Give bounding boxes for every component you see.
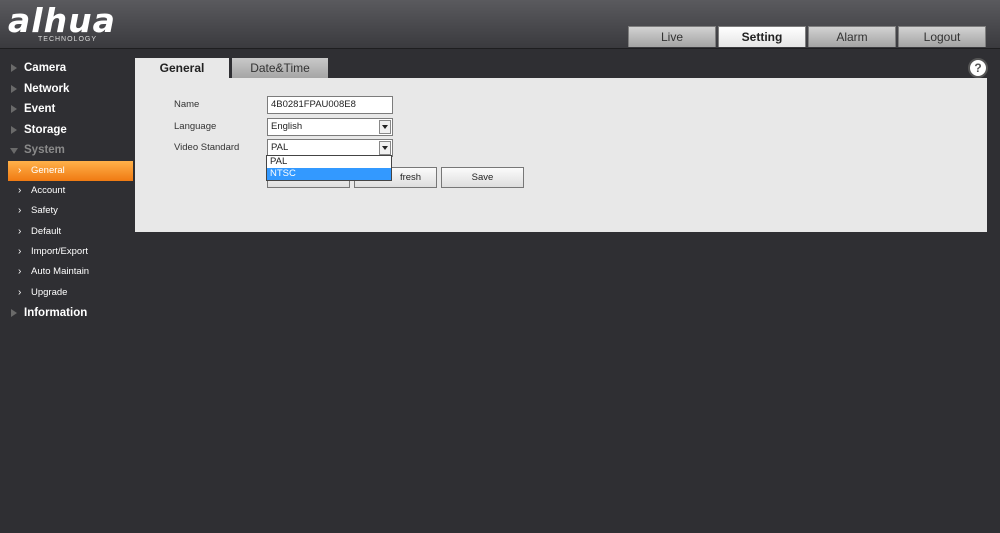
sidebar-subitem-label: Safety [31, 205, 58, 217]
sidebar-subitem-upgrade[interactable]: › Upgrade [8, 283, 133, 303]
sidebar-item-storage[interactable]: Storage [0, 120, 135, 141]
collapse-arrow-icon [10, 148, 18, 154]
video-standard-label: Video Standard [174, 142, 240, 153]
chevron-right-icon: › [18, 164, 22, 176]
chevron-right-icon: › [18, 246, 22, 258]
sidebar-subitem-default[interactable]: › Default [8, 222, 133, 242]
expand-arrow-icon [11, 125, 17, 134]
sidebar-item-system[interactable]: System [0, 140, 135, 161]
sidebar-item-label: Storage [24, 123, 67, 136]
sidebar-item-information[interactable]: Information [0, 303, 135, 324]
chevron-right-icon: › [18, 205, 22, 217]
sidebar-subitem-label: Import/Export [31, 246, 89, 258]
tab-setting[interactable]: Setting [718, 26, 806, 47]
help-icon[interactable]: ? [968, 58, 988, 78]
chevron-right-icon: › [18, 286, 22, 298]
tab-alarm[interactable]: Alarm [808, 26, 896, 47]
name-input[interactable]: 4B0281FPAU008E8 [267, 96, 393, 114]
sidebar-subitem-safety[interactable]: › Safety [8, 201, 133, 221]
sidebar-item-label: Information [24, 307, 88, 320]
top-nav: Live Setting Alarm Logout [628, 26, 986, 47]
sidebar-item-label: Network [24, 82, 70, 95]
save-button[interactable]: Save [441, 167, 524, 188]
sidebar-item-label: Camera [24, 62, 67, 74]
chevron-right-icon: › [18, 225, 22, 237]
sidebar-item-label: Event [24, 103, 56, 115]
language-select[interactable]: English [267, 118, 393, 136]
chevron-right-icon: › [18, 184, 22, 196]
sidebar-item-network[interactable]: Network [0, 79, 135, 100]
chevron-right-icon: › [18, 266, 22, 278]
sidebar-item-label: System [24, 144, 65, 156]
sidebar-subitem-label: Auto Maintain [31, 266, 90, 278]
video-standard-select-value: PAL [271, 142, 289, 153]
sidebar-item-camera[interactable]: Camera [0, 58, 135, 79]
language-select-value: English [271, 121, 303, 132]
tab-date-time[interactable]: Date&Time [232, 58, 328, 78]
sidebar-subitem-general[interactable]: › General [8, 160, 133, 181]
sidebar-subitem-label: Upgrade [31, 286, 68, 298]
content-tabs: General Date&Time [135, 58, 328, 78]
brand-logo: alhua [8, 1, 116, 40]
sidebar-subitem-auto-maintain[interactable]: › Auto Maintain [8, 262, 133, 282]
expand-arrow-icon [11, 309, 17, 318]
dropdown-option-pal[interactable]: PAL [267, 156, 391, 168]
expand-arrow-icon [11, 64, 17, 72]
dropdown-option-ntsc[interactable]: NTSC [267, 168, 391, 180]
sidebar: Camera Network Event Storage System › Ge… [0, 58, 135, 324]
sidebar-subitem-label: Default [31, 225, 62, 237]
tab-general[interactable]: General [135, 58, 229, 78]
chevron-down-icon[interactable] [379, 120, 391, 134]
top-header: alhua TECHNOLOGY Live Setting Alarm Logo… [0, 0, 1000, 49]
sidebar-subitem-import-export[interactable]: › Import/Export [8, 242, 133, 262]
video-standard-dropdown: PAL NTSC [266, 155, 392, 181]
brand-logo-sub: TECHNOLOGY [38, 36, 98, 43]
sidebar-item-event[interactable]: Event [0, 99, 135, 120]
language-label: Language [174, 121, 217, 132]
sidebar-subitem-label: General [31, 164, 65, 176]
tab-logout[interactable]: Logout [898, 26, 986, 47]
settings-panel [135, 78, 987, 232]
sidebar-subitem-label: Account [31, 184, 66, 196]
chevron-down-icon[interactable] [379, 141, 391, 155]
name-label: Name [174, 99, 200, 110]
sidebar-subitem-account[interactable]: › Account [8, 181, 133, 201]
expand-arrow-icon [11, 105, 17, 113]
expand-arrow-icon [11, 84, 17, 93]
tab-live[interactable]: Live [628, 26, 716, 47]
